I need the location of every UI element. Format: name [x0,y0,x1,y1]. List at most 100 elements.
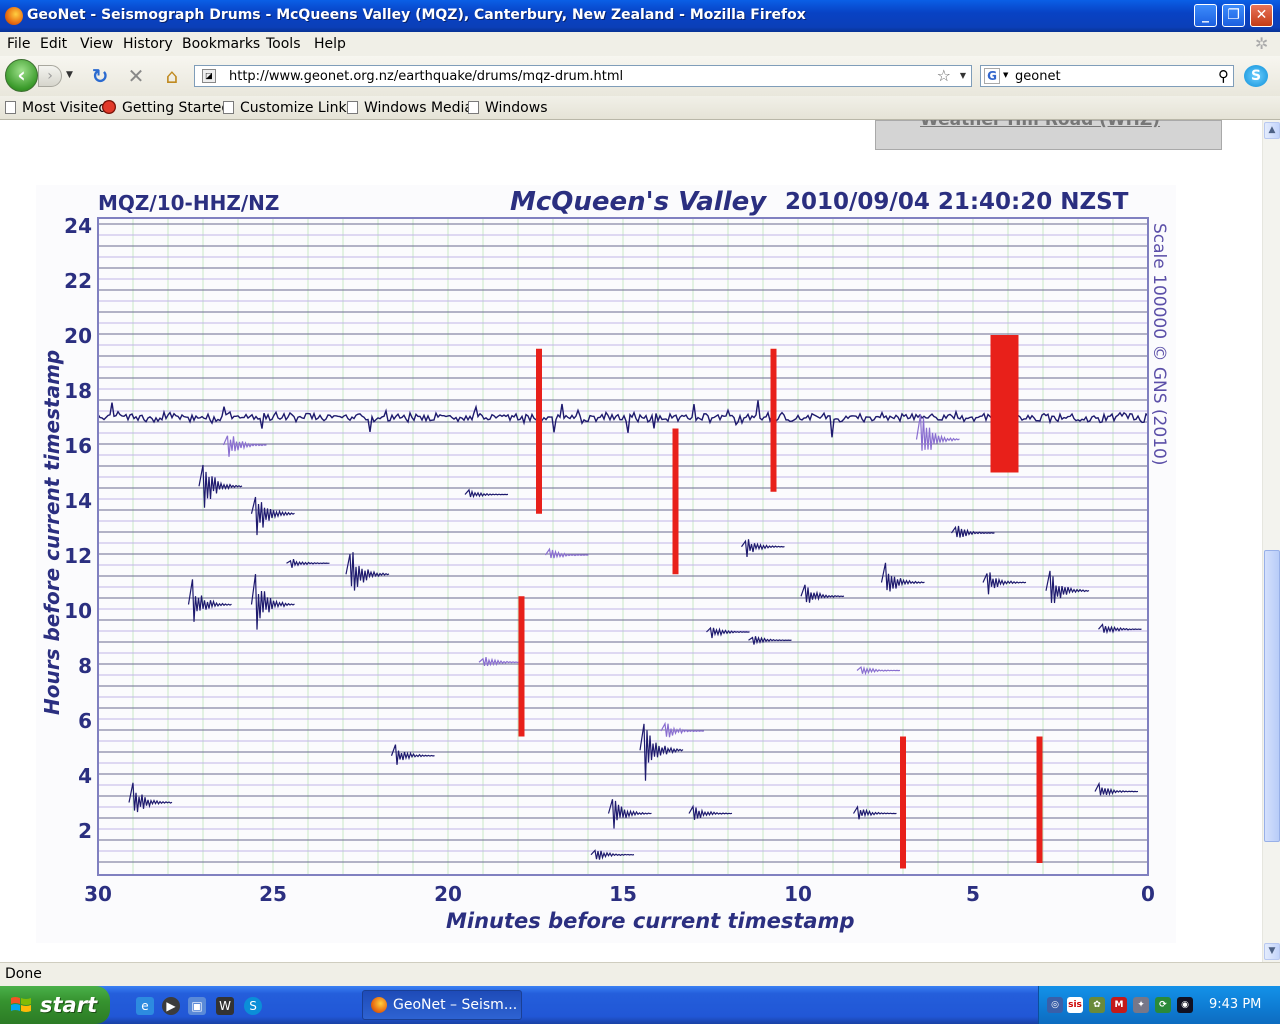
page-icon [468,101,479,114]
seismic-event-trace [222,435,267,457]
site-favicon-icon: ◪ [202,69,216,83]
menu-edit[interactable]: Edit [40,36,67,52]
bookmark-most-visited[interactable]: Most Visited [5,100,107,116]
y-axis-label: Hours before current timestamp [40,349,64,715]
window-title: GeoNet - Seismograph Drums - McQueens Va… [27,7,806,23]
start-button[interactable]: start [0,986,110,1024]
quicklaunch-ie-icon[interactable]: e [136,997,154,1015]
drum-plot: 24 22 20 18 16 14 12 10 8 6 4 2 30 25 20 15 10 5 0 [64,214,1155,906]
y-tick-label: 18 [64,379,92,403]
start-label: start [40,993,98,1017]
seismic-event-trace [852,805,897,820]
seismic-event-trace [128,782,173,813]
reload-icon[interactable]: ↻ [88,64,112,88]
large-event-spike [900,736,906,869]
search-engine-icon[interactable]: G [984,68,1000,84]
url-dropdown-icon[interactable]: ▼ [960,71,966,80]
x-axis-label: Minutes before current timestamp [446,909,855,933]
x-tick-label: 20 [434,882,462,906]
seismic-event-trace [478,657,523,667]
y-tick-label: 4 [78,764,92,788]
sis-icon[interactable]: sis [1067,997,1083,1013]
scroll-up-button[interactable]: ▲ [1264,122,1280,139]
large-event-spike [672,428,679,575]
menu-file[interactable]: File [7,36,30,52]
x-tick-label: 5 [966,882,980,906]
menu-history[interactable]: History [123,36,173,52]
search-input[interactable]: geonet [1015,69,1061,84]
minimize-button[interactable]: _ [1194,4,1217,27]
status-text: Done [5,966,42,982]
seismic-event-trace [187,579,232,622]
forward-button[interactable]: › [38,65,62,87]
menu-tools[interactable]: Tools [266,36,301,52]
home-icon[interactable]: ⌂ [160,64,184,88]
menu-bar: File Edit View History Bookmarks Tools H… [0,32,1280,56]
quicklaunch-app-icon[interactable]: W [216,997,234,1015]
search-bar[interactable]: G ▼ geonet ⚲ [980,65,1234,87]
bookmark-label: Windows [485,100,548,116]
bookmarks-toolbar: Most Visited Getting Started Customize L… [0,96,1280,120]
quicklaunch-desktop-icon[interactable]: ▣ [188,997,206,1015]
maximize-button[interactable]: ❐ [1222,4,1245,27]
bookmark-windows-media[interactable]: Windows Media [347,100,473,116]
y-tick-label: 6 [78,709,92,733]
scrollbar-thumb[interactable] [1264,550,1280,842]
throbber-icon: ✲ [1255,34,1269,53]
menu-help[interactable]: Help [314,36,346,52]
taskbar-firefox-item[interactable]: GeoNet – Seism... [362,990,522,1020]
y-tick-label: 20 [64,324,92,348]
scale-note: Scale 100000 © GNS (2010) [1149,223,1169,466]
y-tick-label: 16 [64,434,92,458]
quicklaunch-media-icon[interactable]: ▶ [162,997,180,1015]
quicklaunch-skype-icon[interactable]: S [244,997,262,1015]
skype-icon[interactable]: S [1244,65,1268,87]
clipped-event-block [990,335,1019,473]
y-tick-label: 10 [64,599,92,623]
seismic-event-trace [800,584,845,603]
bookmark-label: Customize Links [240,100,354,116]
tray-monitor-icon[interactable]: ◉ [1177,997,1193,1013]
tray-app-icon[interactable]: ✿ [1089,997,1105,1013]
window-title-bar: GeoNet - Seismograph Drums - McQueens Va… [0,0,1280,32]
bookmark-label: Most Visited [22,100,108,116]
seismic-event-trace [748,635,792,645]
search-icon[interactable]: ⚲ [1218,67,1229,85]
bookmark-customize-links[interactable]: Customize Links [223,100,354,116]
stop-icon[interactable]: ✕ [124,64,148,88]
menu-bookmarks[interactable]: Bookmarks [182,36,260,52]
url-bar[interactable]: ◪ http://www.geonet.org.nz/earthquake/dr… [194,65,972,87]
bookmark-getting-started[interactable]: Getting Started [102,100,230,116]
scroll-down-button[interactable]: ▼ [1264,943,1280,960]
firefox-icon [371,997,387,1013]
y-tick-label: 14 [64,489,92,513]
x-tick-label: 25 [259,882,287,906]
x-tick-label: 30 [84,882,112,906]
station-link-partial[interactable]: Weather Hill Road (WHZ) [920,120,1160,130]
close-button[interactable]: ✕ [1250,4,1273,27]
seismic-event-trace [464,488,509,499]
page-icon [223,101,234,114]
antivirus-icon[interactable]: M [1111,997,1127,1013]
history-dropdown-icon[interactable]: ▼ [66,70,73,80]
large-event-spike [1036,736,1043,863]
bookmark-windows[interactable]: Windows [468,100,548,116]
y-tick-label: 2 [78,819,92,843]
y-tick-label: 8 [78,654,92,678]
x-tick-label: 10 [784,882,812,906]
windows-taskbar: start e ▶ ▣ W S GeoNet – Seism... ◎ sis … [0,986,1280,1024]
back-button[interactable]: ‹ [5,59,38,92]
station-code: MQZ/10-HHZ/NZ [98,191,280,215]
url-text: http://www.geonet.org.nz/earthquake/drum… [229,69,624,84]
tray-tool-icon[interactable]: ✦ [1133,997,1149,1013]
page-icon [347,101,358,114]
bookmark-star-icon[interactable]: ☆ [937,66,951,85]
network-icon[interactable]: ◎ [1047,997,1063,1013]
vertical-scrollbar[interactable]: ▲ ▼ [1262,120,1280,962]
menu-view[interactable]: View [80,36,113,52]
page-content: Weather Hill Road (WHZ) 24 22 20 18 16 14 12 10… [0,120,1262,962]
tray-sync-icon[interactable]: ⟳ [1155,997,1171,1013]
station-name: McQueen's Valley [510,187,767,217]
search-engine-dropdown-icon[interactable]: ▼ [1003,71,1008,79]
large-event-spike [536,348,542,514]
